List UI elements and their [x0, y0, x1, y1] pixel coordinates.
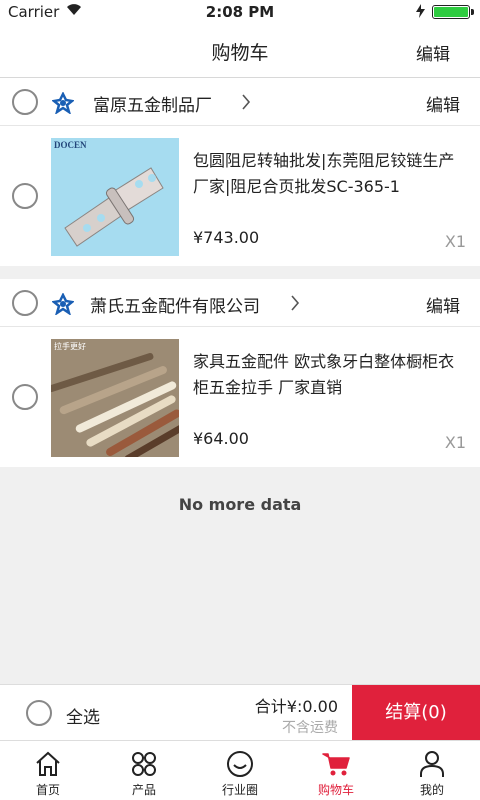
item-select-radio[interactable]: [12, 384, 38, 410]
tab-home[interactable]: 首页: [0, 741, 96, 800]
status-bar: Carrier 2:08 PM: [0, 0, 480, 22]
chevron-right-icon[interactable]: [241, 94, 251, 110]
shop-card: 富原五金制品厂 编辑 DOCEN 包圆阻尼转轴批发|东莞阻尼铰链生产厂家|阻尼合…: [0, 78, 480, 266]
smile-icon: [227, 751, 253, 777]
shop-logo-icon: [52, 293, 74, 315]
brand-text: 拉手更好: [54, 341, 86, 351]
hinge-image: DOCEN: [51, 138, 179, 256]
charging-icon: [416, 4, 425, 18]
shipping-note: 不含运费: [282, 720, 338, 736]
chevron-right-icon[interactable]: [290, 295, 300, 311]
brand-text: DOCEN: [54, 140, 87, 150]
product-thumbnail[interactable]: 拉手更好: [51, 339, 179, 457]
shop-header: 萧氏五金配件有限公司 编辑: [0, 279, 480, 327]
nav-bar: 购物车 编辑: [0, 22, 480, 78]
edit-cart-button[interactable]: 编辑: [416, 40, 450, 65]
list-end-text: No more data: [178, 495, 302, 514]
product-title[interactable]: 包圆阻尼转轴批发|东莞阻尼铰链生产厂家|阻尼合页批发SC-365-1: [193, 148, 468, 200]
shop-name[interactable]: 富原五金制品厂: [93, 91, 212, 116]
product-price: ¥64.00: [193, 429, 249, 448]
shop-card: 萧氏五金配件有限公司 编辑 拉手更好 家具五金配件 欧式象牙白整体橱柜衣柜五金拉…: [0, 279, 480, 467]
tab-label: 我的: [419, 783, 444, 797]
grid-icon: [132, 752, 156, 776]
tab-label: 购物车: [317, 783, 354, 797]
checkout-bar: 全选 合计¥:0.00 不含运费 结算(0): [0, 684, 480, 741]
product-quantity: X1: [444, 433, 466, 452]
cart-item[interactable]: 拉手更好 家具五金配件 欧式象牙白整体橱柜衣柜五金拉手 厂家直销 ¥64.00 …: [0, 327, 480, 467]
shop-edit-button[interactable]: 编辑: [426, 91, 460, 116]
product-quantity: X1: [444, 232, 466, 251]
select-all-label[interactable]: 全选: [66, 703, 100, 728]
status-time: 2:08 PM: [205, 3, 275, 21]
shop-name[interactable]: 萧氏五金配件有限公司: [90, 292, 260, 317]
shop-select-radio[interactable]: [12, 89, 38, 115]
shop-select-radio[interactable]: [12, 290, 38, 316]
shop-header: 富原五金制品厂 编辑: [0, 78, 480, 126]
user-icon: [420, 751, 444, 777]
handles-image: 拉手更好: [51, 339, 179, 457]
home-icon: [36, 751, 60, 776]
product-thumbnail[interactable]: DOCEN: [51, 138, 179, 256]
battery-icon: [432, 5, 474, 19]
product-price: ¥743.00: [193, 228, 260, 247]
tab-bar: 首页 产品 行业圈 购物车 我的: [0, 740, 480, 800]
tab-products[interactable]: 产品: [96, 741, 192, 800]
tab-label: 行业圈: [221, 783, 258, 797]
checkout-button[interactable]: 结算(0): [352, 685, 480, 741]
shop-logo-icon: [52, 92, 74, 114]
shop-edit-button[interactable]: 编辑: [426, 292, 460, 317]
cart-item[interactable]: DOCEN 包圆阻尼转轴批发|东莞阻尼铰链生产厂家|阻尼合页批发SC-365-1…: [0, 126, 480, 266]
tab-label: 首页: [35, 783, 60, 797]
tab-label: 产品: [131, 783, 156, 797]
page-title: 购物车: [211, 42, 269, 64]
total-amount: 合计¥:0.00: [254, 697, 338, 716]
item-select-radio[interactable]: [12, 183, 38, 209]
product-title[interactable]: 家具五金配件 欧式象牙白整体橱柜衣柜五金拉手 厂家直销: [193, 349, 468, 401]
select-all-radio[interactable]: [26, 700, 52, 726]
tab-mine[interactable]: 我的: [384, 741, 480, 800]
tab-industry[interactable]: 行业圈: [192, 741, 288, 800]
cart-icon: [322, 753, 350, 776]
tab-cart[interactable]: 购物车: [288, 741, 384, 800]
